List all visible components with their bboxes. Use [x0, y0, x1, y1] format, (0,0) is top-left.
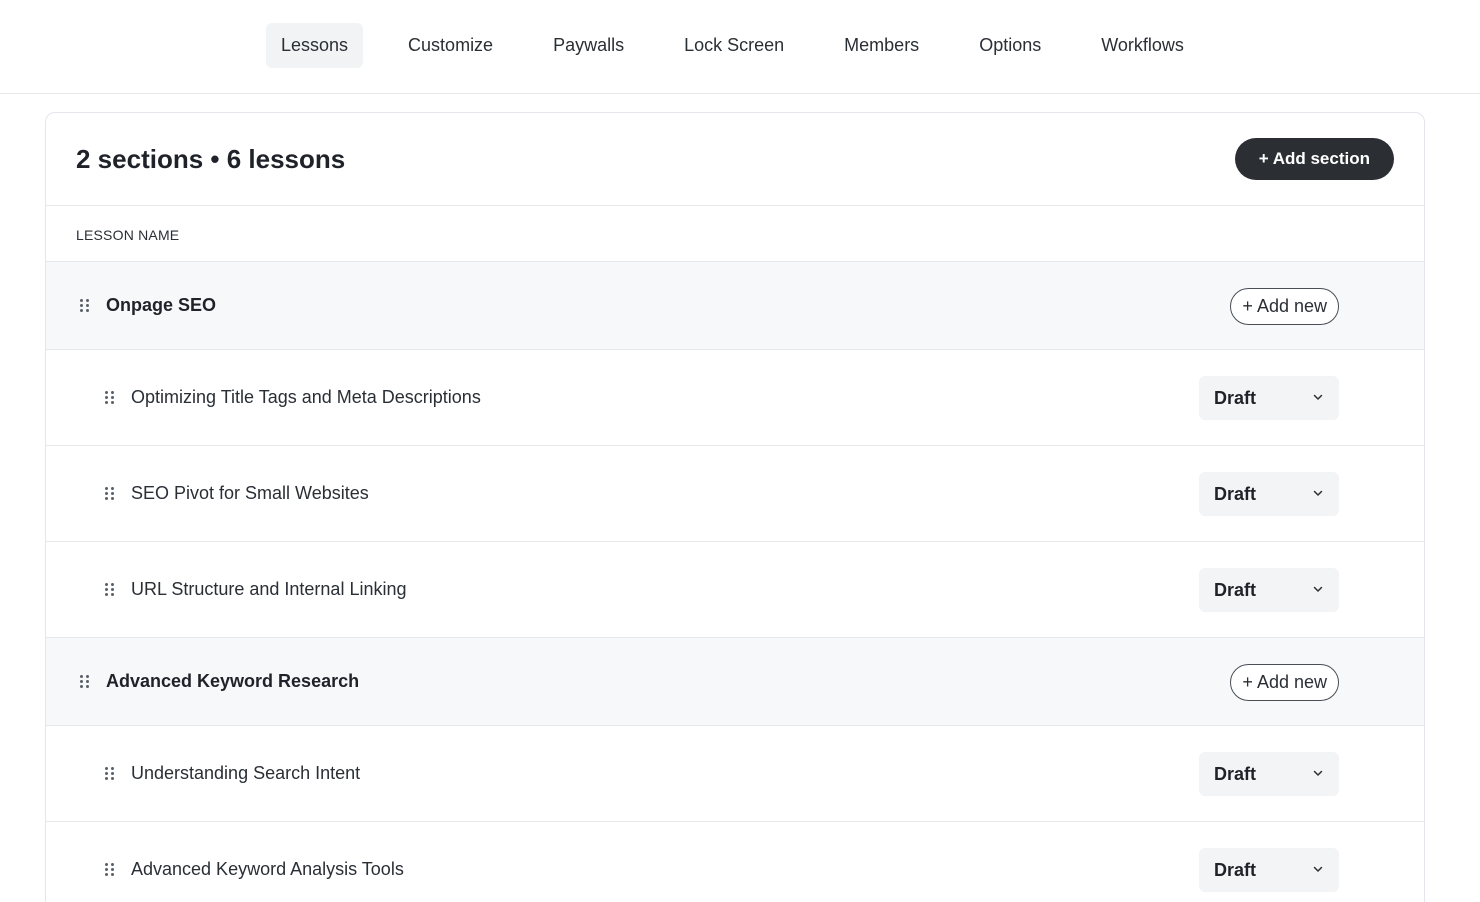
lesson-title[interactable]: Understanding Search Intent [131, 763, 360, 784]
section-row: Advanced Keyword Research + Add new [46, 638, 1424, 726]
tab-paywalls[interactable]: Paywalls [538, 23, 639, 68]
drag-handle-icon[interactable] [105, 582, 115, 597]
tab-options[interactable]: Options [964, 23, 1056, 68]
drag-handle-icon[interactable] [80, 674, 90, 689]
section-row: Onpage SEO + Add new [46, 262, 1424, 350]
tab-members[interactable]: Members [829, 23, 934, 68]
section-title: Advanced Keyword Research [106, 671, 360, 691]
section-title: Onpage SEO [106, 295, 217, 315]
lesson-title[interactable]: Optimizing Title Tags and Meta Descripti… [131, 387, 481, 408]
chevron-down-icon [1313, 490, 1323, 496]
lesson-status-select[interactable]: Draft [1199, 848, 1339, 892]
top-navigation: Lessons Customize Paywalls Lock Screen M… [0, 0, 1480, 94]
drag-handle-icon[interactable] [105, 766, 115, 781]
status-value: Draft [1214, 763, 1257, 784]
status-value: Draft [1214, 387, 1257, 408]
add-new-lesson-button[interactable]: + Add new [1230, 288, 1339, 325]
lesson-title[interactable]: SEO Pivot for Small Websites [131, 483, 369, 504]
chevron-down-icon [1313, 586, 1323, 592]
chevron-down-icon [1313, 770, 1323, 776]
lesson-row: Understanding Search Intent Draft [46, 726, 1424, 822]
tab-lessons[interactable]: Lessons [266, 23, 364, 68]
drag-handle-icon[interactable] [105, 862, 115, 877]
drag-handle-icon[interactable] [80, 298, 90, 313]
tab-lock-screen[interactable]: Lock Screen [669, 23, 799, 68]
add-new-lesson-button[interactable]: + Add new [1230, 664, 1339, 701]
lesson-row: URL Structure and Internal Linking Draft [46, 542, 1424, 638]
lesson-status-select[interactable]: Draft [1199, 376, 1339, 420]
add-section-button[interactable]: + Add section [1234, 138, 1394, 180]
status-value: Draft [1214, 579, 1257, 600]
lesson-status-select[interactable]: Draft [1199, 752, 1339, 796]
lesson-status-select[interactable]: Draft [1199, 568, 1339, 612]
drag-handle-icon[interactable] [105, 390, 115, 405]
table-column-header: LESSON NAME [46, 206, 1424, 262]
tab-customize[interactable]: Customize [393, 23, 508, 68]
lesson-row: Optimizing Title Tags and Meta Descripti… [46, 350, 1424, 446]
status-value: Draft [1214, 859, 1257, 880]
lessons-card: 2 sections • 6 lessons + Add section LES… [45, 112, 1425, 902]
lessons-summary: 2 sections • 6 lessons [76, 144, 346, 174]
lesson-title[interactable]: URL Structure and Internal Linking [131, 579, 406, 600]
lesson-row: SEO Pivot for Small Websites Draft [46, 446, 1424, 542]
status-value: Draft [1214, 483, 1257, 504]
lesson-row: Advanced Keyword Analysis Tools Draft [46, 822, 1424, 902]
chevron-down-icon [1313, 866, 1323, 872]
tab-bar: Lessons Customize Paywalls Lock Screen M… [266, 23, 1199, 68]
card-header: 2 sections • 6 lessons + Add section [46, 113, 1424, 206]
lesson-status-select[interactable]: Draft [1199, 472, 1339, 516]
drag-handle-icon[interactable] [105, 486, 115, 501]
tab-workflows[interactable]: Workflows [1086, 23, 1199, 68]
lesson-title[interactable]: Advanced Keyword Analysis Tools [131, 859, 404, 880]
chevron-down-icon [1313, 394, 1323, 400]
lesson-name-column-label: LESSON NAME [76, 227, 180, 243]
